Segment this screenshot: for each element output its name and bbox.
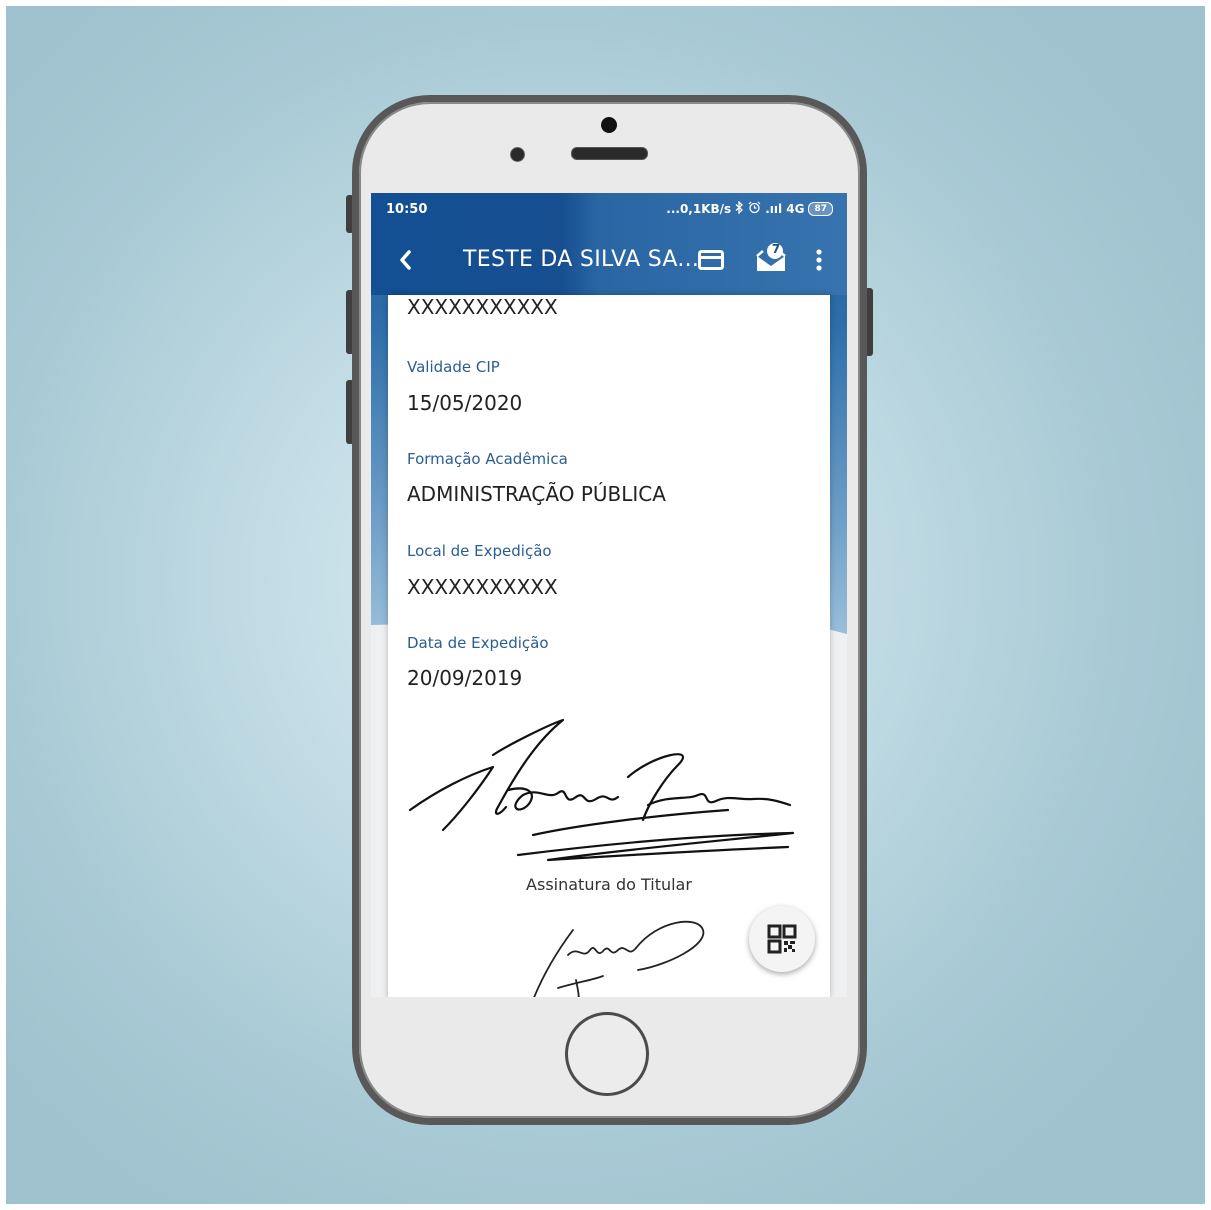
- stage: 10:50 ...0,1KB/s .ııl 4G 87 TESTE DA SIL…: [0, 0, 1211, 1210]
- alarm-icon: [748, 201, 761, 217]
- more-options-button[interactable]: [811, 245, 827, 275]
- more-vertical-icon: [816, 249, 822, 271]
- app-bar: TESTE DA SILVA SA... 7: [371, 227, 847, 293]
- proximity-sensor: [510, 147, 525, 162]
- signal-text: .ııl 4G: [765, 202, 805, 216]
- page-title: TESTE DA SILVA SA...: [463, 247, 700, 272]
- chevron-left-icon: [400, 250, 411, 270]
- inbox-button[interactable]: 7: [754, 241, 788, 275]
- signature-caption: Assinatura do Titular: [526, 875, 692, 894]
- back-button[interactable]: [393, 245, 417, 275]
- holder-signature-image: [408, 718, 795, 862]
- credit-card-icon: [698, 250, 724, 270]
- field-label-local: Local de Expedição: [407, 542, 552, 560]
- card-button[interactable]: [697, 247, 725, 273]
- inbox-badge: 7: [771, 242, 781, 256]
- home-button[interactable]: [565, 1012, 649, 1096]
- id-card: XXXXXXXXXXX Validade CIP 15/05/2020 Form…: [388, 295, 830, 997]
- qr-code-icon: [767, 924, 797, 954]
- bluetooth-icon: [735, 200, 744, 217]
- field-label-validade: Validade CIP: [407, 358, 500, 376]
- field-value-validade: 15/05/2020: [407, 391, 523, 415]
- field-label-formacao: Formação Acadêmica: [407, 450, 568, 468]
- status-indicators: ...0,1KB/s .ııl 4G 87: [666, 200, 833, 217]
- front-camera: [601, 117, 617, 133]
- status-bar: 10:50 ...0,1KB/s .ııl 4G 87: [371, 193, 847, 227]
- earpiece-speaker: [571, 147, 648, 160]
- phone-screen: 10:50 ...0,1KB/s .ııl 4G 87 TESTE DA SIL…: [371, 193, 847, 997]
- field-label-data: Data de Expedição: [407, 634, 549, 652]
- field-value-local: XXXXXXXXXXX: [407, 575, 558, 599]
- field-value-data: 20/09/2019: [407, 666, 523, 690]
- authority-signature-image: [533, 920, 705, 997]
- field-value-top: XXXXXXXXXXX: [407, 295, 558, 319]
- field-value-formacao: ADMINISTRAÇÃO PÚBLICA: [407, 482, 666, 506]
- status-time: 10:50: [386, 202, 428, 217]
- network-speed: ...0,1KB/s: [666, 202, 732, 216]
- battery-indicator: 87: [808, 202, 833, 216]
- qr-code-button[interactable]: [749, 906, 815, 972]
